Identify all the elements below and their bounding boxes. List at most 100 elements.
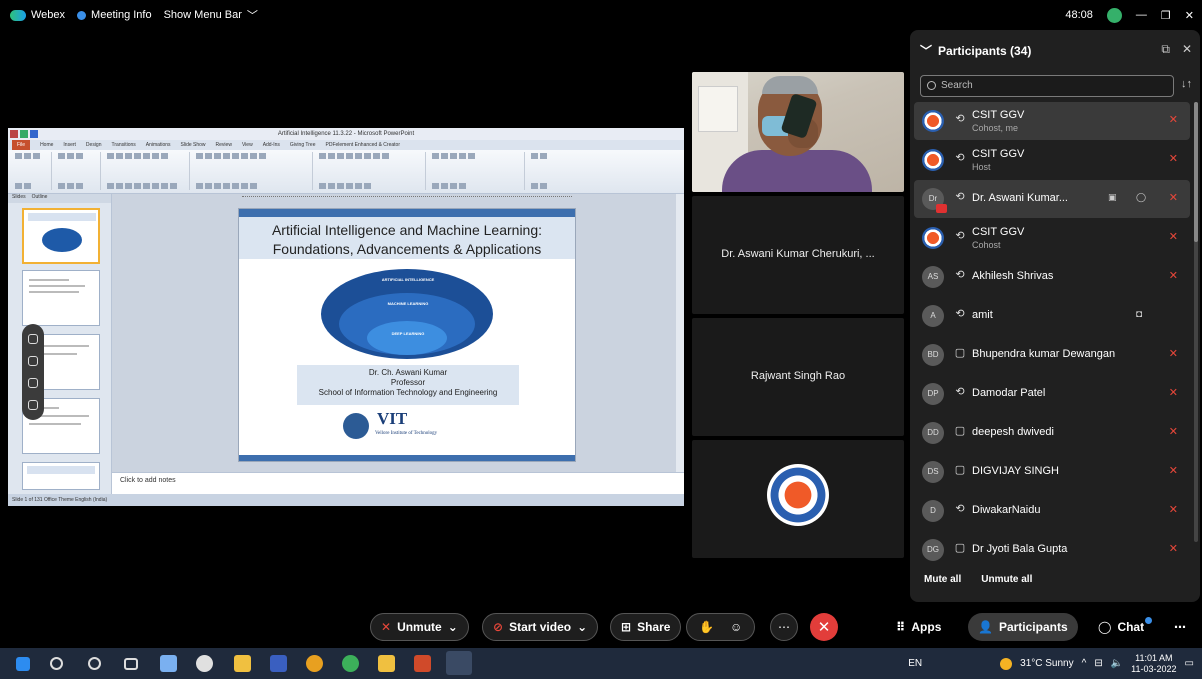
participants-button[interactable]: 👤 Participants (968, 613, 1078, 641)
start-icon[interactable] (16, 657, 30, 671)
zoom-out-icon[interactable] (28, 400, 38, 410)
files-icon[interactable] (378, 655, 395, 672)
share-button[interactable]: ⊞ Share (610, 613, 682, 641)
ppt-tab-pdfelement[interactable]: PDFelement Enhanced & Creator (326, 142, 400, 148)
participant-row[interactable]: D ⟲ DiwakarNaidu ✕ (914, 492, 1190, 530)
muted-mic-icon[interactable]: ✕ (1169, 269, 1178, 282)
chat-button[interactable]: ◯ Chat (1088, 613, 1154, 641)
powerpoint-icon[interactable] (414, 655, 431, 672)
more-options-icon[interactable]: ⋯ (770, 613, 798, 641)
photoshop-icon[interactable] (270, 655, 287, 672)
slide-editor[interactable]: Artificial Intelligence and Machine Lear… (112, 194, 684, 494)
cc-icon[interactable]: ▣ (1108, 192, 1117, 203)
ppt-tab-slideshow[interactable]: Slide Show (181, 142, 206, 148)
zoom-app-icon[interactable] (160, 655, 177, 672)
ppt-tab-insert[interactable]: Insert (63, 142, 76, 148)
network-icon[interactable]: ⊟ (1094, 658, 1102, 669)
slide-thumbnail[interactable] (22, 462, 100, 490)
ribbon-group-styles[interactable] (429, 152, 525, 190)
mute-all-button[interactable]: Mute all (924, 574, 961, 585)
participant-row[interactable]: AS ⟲ Akhilesh Shrivas ✕ (914, 258, 1190, 296)
start-video-button[interactable]: ⊘ Start video ⌄ (482, 613, 599, 641)
chat-icon[interactable]: ◯ (1136, 192, 1146, 203)
muted-mic-icon[interactable]: ✕ (1169, 113, 1178, 126)
participant-row[interactable]: Dr ⟲ Dr. Aswani Kumar... ▣ ◯ ✕ (914, 180, 1190, 218)
ppt-tab-animations[interactable]: Animations (146, 142, 171, 148)
participant-row[interactable]: ⟲ CSIT GGV Cohost, me ✕ (914, 102, 1190, 140)
muted-mic-icon[interactable]: ✕ (1169, 386, 1178, 399)
volume-icon[interactable]: 🔈 (1111, 658, 1123, 669)
participant-row[interactable]: BD ▢ Bhupendra kumar Dewangan ✕ (914, 336, 1190, 374)
participant-row[interactable]: DP ⟲ Damodar Patel ✕ (914, 375, 1190, 413)
active-speaker-video[interactable] (692, 72, 904, 192)
tray-chevron-icon[interactable]: ^ (1082, 658, 1087, 669)
participant-row[interactable]: DG ▢ Dr Jyoti Bala Gupta ✕ (914, 531, 1190, 569)
annotate-icon[interactable] (28, 356, 38, 366)
participant-row[interactable]: ⟲ CSIT GGV Cohost ✕ (914, 219, 1190, 257)
ribbon-group-drawing[interactable] (316, 152, 426, 190)
reactions-icon[interactable]: ☺ (730, 620, 742, 634)
participants-header[interactable]: ﹀ Participants (34) (920, 42, 1031, 59)
notifications-icon[interactable]: ▭ (1185, 658, 1194, 669)
ppt-tab-addins[interactable]: Add-Ins (263, 142, 280, 148)
muted-mic-icon[interactable]: ✕ (1169, 152, 1178, 165)
sort-icon[interactable]: ↓↑ (1181, 78, 1192, 90)
minimize-icon[interactable]: — (1136, 9, 1147, 21)
show-menu-bar-button[interactable]: Show Menu Bar ﹀ (164, 7, 258, 23)
app-icon[interactable] (342, 655, 359, 672)
video-tile[interactable] (692, 440, 904, 558)
clock[interactable]: 11:01 AM 11-03-2022 (1131, 653, 1176, 675)
video-tile[interactable]: Dr. Aswani Kumar Cherukuri, ... (692, 196, 904, 314)
muted-mic-icon[interactable]: ✕ (1169, 503, 1178, 516)
unmute-button[interactable]: ✕ Unmute ⌄ (370, 613, 469, 641)
webex-menu[interactable]: Webex (10, 9, 65, 21)
current-slide[interactable]: Artificial Intelligence and Machine Lear… (238, 208, 576, 462)
muted-mic-icon[interactable]: ✕ (1169, 230, 1178, 243)
ribbon-group-editing[interactable] (528, 152, 578, 190)
chrome-icon[interactable] (306, 655, 323, 672)
task-view-icon[interactable] (124, 658, 138, 670)
chevron-down-icon[interactable]: ⌄ (577, 620, 587, 634)
muted-mic-icon[interactable]: ✕ (1169, 542, 1178, 555)
tab-slides[interactable]: Slides (12, 194, 26, 203)
meeting-info-button[interactable]: Meeting Info (77, 9, 152, 21)
quick-access-toolbar[interactable] (10, 130, 38, 138)
participant-row[interactable]: DD ▢ deepesh dwivedi ✕ (914, 414, 1190, 452)
slide-thumbnail[interactable] (22, 208, 100, 264)
muted-mic-icon[interactable]: ✕ (1169, 464, 1178, 477)
notes-pane[interactable]: Click to add notes (112, 472, 684, 494)
chevron-down-icon[interactable]: ⌄ (448, 620, 458, 634)
tab-outline[interactable]: Outline (32, 194, 48, 203)
ribbon-group-font[interactable] (104, 152, 190, 190)
ppt-tab-design[interactable]: Design (86, 142, 102, 148)
zoom-in-icon[interactable] (28, 378, 38, 388)
participants-scroll-thumb[interactable] (1194, 102, 1198, 242)
participants-search-input[interactable]: Search (920, 75, 1174, 97)
shared-content[interactable]: Artificial Intelligence 11.3.22 - Micros… (8, 128, 684, 506)
muted-mic-icon[interactable]: ✕ (1169, 347, 1178, 360)
cortana-icon[interactable] (88, 657, 101, 670)
recording-status-icon[interactable] (1106, 7, 1122, 23)
ribbon-group-slides[interactable] (55, 152, 101, 190)
ribbon-group-clipboard[interactable] (12, 152, 52, 190)
weather-text[interactable]: 31°C Sunny (1020, 658, 1073, 669)
video-tile[interactable]: Rajwant Singh Rao (692, 318, 904, 436)
pointer-icon[interactable] (28, 334, 38, 344)
language-indicator[interactable]: EN (908, 658, 922, 669)
participant-row[interactable]: DS ▢ DIGVIJAY SINGH ✕ (914, 453, 1190, 491)
close-panel-icon[interactable]: ✕ (1182, 42, 1192, 57)
video-camera-icon[interactable]: ◘ (1136, 309, 1142, 320)
muted-mic-icon[interactable]: ✕ (1169, 425, 1178, 438)
webex-taskbar-icon[interactable] (446, 651, 472, 675)
ppt-tab-giving-tree[interactable]: Giving Tree (290, 142, 316, 148)
muted-mic-icon[interactable]: ✕ (1169, 191, 1178, 204)
slide-thumbnail[interactable] (22, 270, 100, 326)
ppt-tab-view[interactable]: View (242, 142, 253, 148)
ppt-tab-review[interactable]: Review (216, 142, 232, 148)
ribbon-group-paragraph[interactable] (193, 152, 313, 190)
maximize-icon[interactable]: ❐ (1161, 9, 1171, 22)
search-icon[interactable] (50, 657, 63, 670)
unmute-all-button[interactable]: Unmute all (981, 574, 1032, 585)
file-explorer-icon[interactable] (234, 655, 251, 672)
app-icon[interactable] (196, 655, 213, 672)
